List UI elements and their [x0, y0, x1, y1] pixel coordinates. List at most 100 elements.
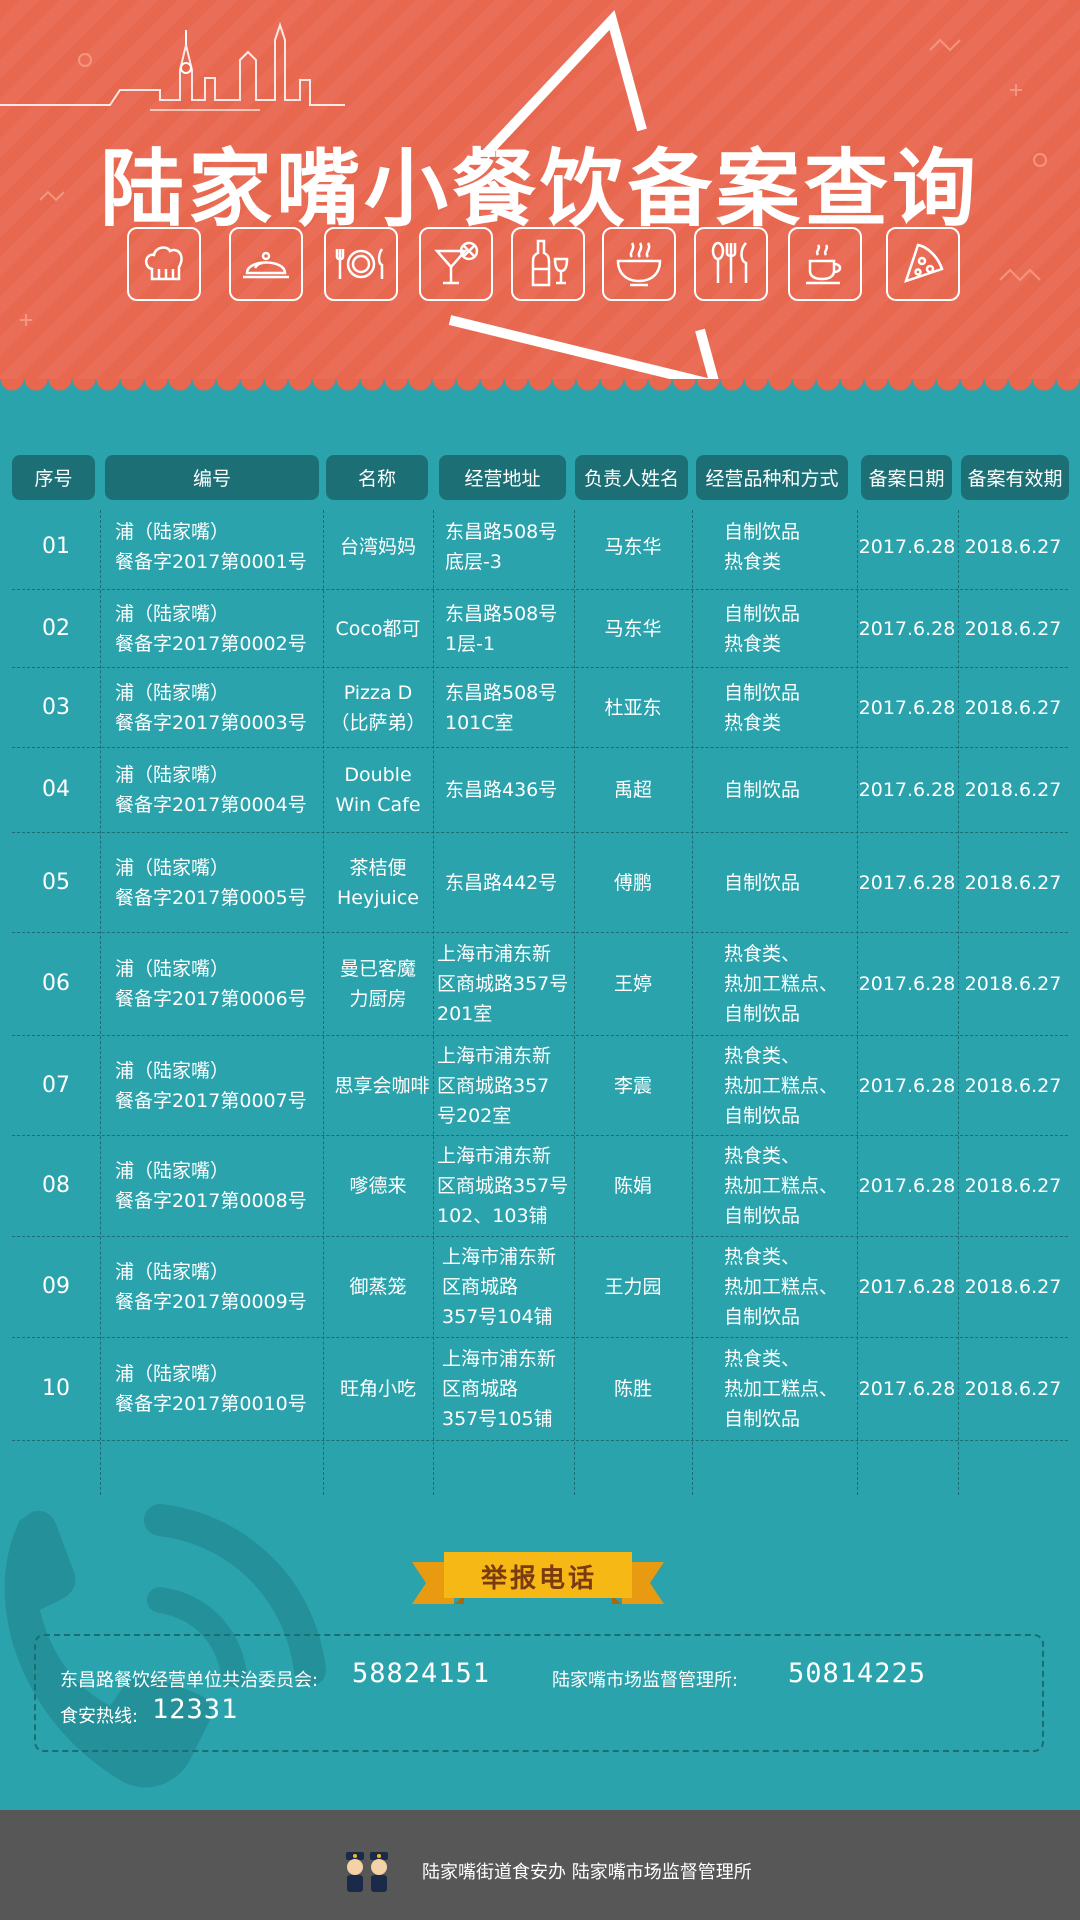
cell-person: 禹超 — [613, 779, 652, 801]
coffee-cup-icon — [788, 227, 862, 301]
cell-date: 2017.6.28 — [858, 973, 956, 995]
cell-type: 热食类、 热加工糕点、 自制饮品 — [724, 1246, 839, 1328]
cell-seq: 05 — [42, 869, 70, 895]
cell-date: 2017.6.28 — [858, 617, 956, 640]
cell-date: 2017.6.28 — [858, 1276, 956, 1298]
cell-person: 马东华 — [604, 617, 662, 640]
table-row: 10 浦（陆家嘴） 餐备字2017第0010号 旺角小吃 上海市浦东新 区商城路… — [12, 1338, 1068, 1441]
cell-seq: 08 — [42, 1173, 70, 1198]
contact3-label: 食安热线: — [60, 1706, 139, 1727]
contact2-number[interactable]: 50814225 — [788, 1658, 926, 1689]
wine-icon — [511, 227, 585, 301]
cell-person: 陈胜 — [613, 1378, 652, 1400]
cell-code: 浦（陆家嘴） 餐备字2017第0001号 — [115, 521, 307, 573]
cell-type: 自制饮品 热食类 — [724, 681, 801, 734]
contact1-number[interactable]: 58824151 — [352, 1658, 490, 1689]
pizza-slice-icon — [886, 227, 960, 301]
table-row: 09 浦（陆家嘴） 餐备字2017第0009号 御蒸笼 上海市浦东新 区商城路 … — [12, 1237, 1068, 1338]
cell-type: 热食类、 热加工糕点、 自制饮品 — [724, 1145, 839, 1227]
cell-person: 杜亚东 — [604, 696, 662, 719]
header-seq: 序号 — [12, 455, 95, 500]
cell-valid: 2018.6.27 — [964, 1074, 1062, 1097]
police-mascot-icon — [346, 1852, 388, 1892]
table-row: 05 浦（陆家嘴） 餐备字2017第0005号 茶桔便 Heyjuice 东昌路… — [12, 833, 1068, 933]
contact2-label: 陆家嘴市场监督管理所: — [552, 1670, 739, 1691]
cell-name: 思享会咖啡 — [334, 1074, 430, 1097]
cocktail-icon — [419, 227, 493, 301]
cell-code: 浦（陆家嘴） 餐备字2017第0006号 — [115, 958, 307, 1010]
cell-name: 嗲德来 — [349, 1175, 407, 1197]
cell-address: 东昌路508号 1层-1 — [445, 602, 558, 655]
cloche-icon — [229, 227, 303, 301]
cell-seq: 01 — [42, 534, 70, 559]
cell-address: 上海市浦东新 区商城路357 号202室 — [437, 1044, 552, 1127]
contact3-number[interactable]: 12331 — [152, 1694, 238, 1725]
scallop-edge — [0, 379, 1080, 400]
cell-address: 上海市浦东新 区商城路 357号105铺 — [442, 1348, 557, 1430]
cell-date: 2017.6.28 — [858, 871, 956, 894]
cell-seq: 06 — [42, 971, 70, 996]
cell-name: 台湾妈妈 — [339, 536, 416, 558]
table-row: 08 浦（陆家嘴） 餐备字2017第0008号 嗲德来 上海市浦东新 区商城路3… — [12, 1136, 1068, 1237]
cell-valid: 2018.6.27 — [964, 1276, 1062, 1298]
cell-address: 东昌路508号 底层-3 — [445, 521, 558, 573]
cell-date: 2017.6.28 — [858, 1378, 956, 1400]
cell-seq: 09 — [42, 1274, 70, 1299]
cell-valid: 2018.6.27 — [964, 973, 1062, 995]
cell-person: 王力园 — [604, 1276, 662, 1298]
footer-text: 陆家嘴街道食安办 陆家嘴市场监督管理所 — [422, 1862, 752, 1883]
cell-type: 自制饮品 热食类 — [724, 521, 801, 573]
table-row: 02 浦（陆家嘴） 餐备字2017第0002号 Coco都可 东昌路508号 1… — [12, 590, 1068, 668]
cell-valid: 2018.6.27 — [964, 871, 1062, 894]
table-row: 04 浦（陆家嘴） 餐备字2017第0004号 Double Win Cafe … — [12, 748, 1068, 833]
cell-code: 浦（陆家嘴） 餐备字2017第0003号 — [115, 681, 307, 734]
cell-date: 2017.6.28 — [858, 1074, 956, 1097]
cell-name: Pizza D （比萨弟） — [330, 681, 426, 734]
header-person: 负责人姓名 — [575, 455, 688, 500]
plate-cutlery-icon — [324, 227, 398, 301]
cell-address: 东昌路442号 — [445, 871, 558, 894]
report-title: 举报电话 — [480, 1563, 597, 1594]
cell-valid: 2018.6.27 — [964, 536, 1062, 558]
cell-valid: 2018.6.27 — [964, 696, 1062, 719]
contact1-label: 东昌路餐饮经营单位共治委员会: — [60, 1670, 319, 1691]
header-type: 经营品种和方式 — [696, 455, 848, 500]
cell-code: 浦（陆家嘴） 餐备字2017第0010号 — [115, 1363, 307, 1415]
cell-person: 傅鹏 — [613, 871, 652, 894]
header-banner: 陆家嘴小餐饮备案查询 — [0, 0, 1080, 400]
header-valid: 备案有效期 — [961, 455, 1069, 500]
cell-code: 浦（陆家嘴） 餐备字2017第0008号 — [115, 1160, 307, 1212]
food-icon-row — [0, 227, 1080, 301]
cell-name: 曼已客魔 力厨房 — [339, 958, 416, 1010]
chef-hat-icon — [127, 227, 201, 301]
cell-date: 2017.6.28 — [858, 1175, 956, 1197]
cell-address: 上海市浦东新 区商城路357号 201室 — [437, 943, 569, 1025]
cell-seq: 03 — [42, 694, 70, 720]
cell-type: 自制饮品 热食类 — [724, 602, 801, 655]
cell-person: 王婷 — [613, 973, 652, 995]
cell-type: 热食类、 热加工糕点、 自制饮品 — [724, 943, 839, 1025]
table-header: 序号 编号 名称 经营地址 负责人姓名 经营品种和方式 备案日期 备案有效期 — [0, 455, 1080, 500]
soup-bowl-icon — [602, 227, 676, 301]
cell-valid: 2018.6.27 — [964, 1175, 1062, 1197]
cell-person: 马东华 — [604, 536, 662, 558]
cell-date: 2017.6.28 — [858, 696, 956, 719]
cell-person: 李震 — [613, 1074, 652, 1097]
cell-address: 东昌路508号 101C室 — [445, 681, 558, 734]
cell-code: 浦（陆家嘴） 餐备字2017第0007号 — [115, 1059, 307, 1112]
cell-valid: 2018.6.27 — [964, 779, 1062, 801]
cell-type: 自制饮品 — [724, 779, 801, 801]
cell-address: 上海市浦东新 区商城路 357号104铺 — [442, 1246, 557, 1328]
cell-code: 浦（陆家嘴） 餐备字2017第0009号 — [115, 1261, 307, 1313]
cell-valid: 2018.6.27 — [964, 617, 1062, 640]
footer: 陆家嘴街道食安办 陆家嘴市场监督管理所 — [0, 1810, 1080, 1920]
cell-code: 浦（陆家嘴） 餐备字2017第0002号 — [115, 602, 307, 655]
table-row: 03 浦（陆家嘴） 餐备字2017第0003号 Pizza D （比萨弟） 东昌… — [12, 668, 1068, 748]
cell-address: 东昌路436号 — [445, 779, 558, 801]
cell-date: 2017.6.28 — [858, 779, 956, 801]
cell-address: 上海市浦东新 区商城路357号 102、103铺 — [437, 1145, 569, 1227]
page-title: 陆家嘴小餐饮备案查询 — [99, 140, 980, 238]
cell-seq: 02 — [42, 615, 70, 641]
cell-seq: 10 — [42, 1376, 70, 1401]
cell-type: 热食类、 热加工糕点、 自制饮品 — [724, 1044, 839, 1127]
